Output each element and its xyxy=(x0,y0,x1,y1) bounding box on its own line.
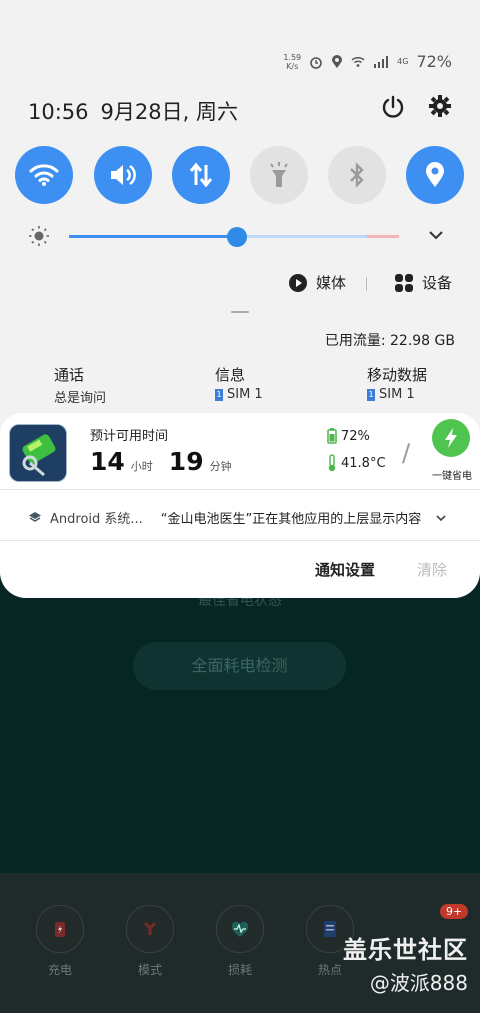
charge-icon xyxy=(55,922,65,937)
mode-icon xyxy=(143,921,157,935)
minutes-unit: 分钟 xyxy=(209,460,232,473)
lightning-icon xyxy=(445,428,457,448)
nav-wear-label: 损耗 xyxy=(227,963,252,977)
status-bar: 1.59 K/s 4G 72% xyxy=(283,52,452,71)
date: 9月28日, 周六 xyxy=(100,100,238,124)
thermometer-icon xyxy=(328,454,336,472)
divider xyxy=(0,489,480,490)
notification-shade: 1.59 K/s 4G 72% 10:56 9月28日, 周六 媒体 设备 已用… xyxy=(0,0,480,598)
document-icon xyxy=(324,921,336,937)
one-tap-save-button[interactable] xyxy=(432,419,470,457)
battery-doctor-app-icon[interactable] xyxy=(9,424,67,482)
divider xyxy=(0,540,480,541)
battery-percent: 72% xyxy=(416,52,452,71)
settings-button[interactable] xyxy=(428,94,456,122)
qs-bluetooth[interactable] xyxy=(328,146,386,204)
brightness-row xyxy=(24,224,456,248)
bluetooth-icon xyxy=(350,162,364,188)
gear-icon xyxy=(429,95,451,117)
sim-message-sub: SIM 1 xyxy=(227,387,263,402)
sim-call-title: 通话 xyxy=(54,366,85,384)
qs-sound[interactable] xyxy=(94,146,152,204)
sim-data-title: 移动数据 xyxy=(367,366,428,384)
battery-level-icon xyxy=(327,428,337,444)
sim-message[interactable]: 信息 1 SIM 1 xyxy=(215,364,263,402)
sim-call[interactable]: 通话 总是询问 xyxy=(54,364,106,406)
notification-source: Android 系统... xyxy=(50,512,143,527)
hours-value: 14 xyxy=(90,447,125,476)
media-button[interactable]: 媒体 xyxy=(288,272,346,293)
brightness-fill xyxy=(69,235,238,238)
wifi-status-icon xyxy=(351,56,365,67)
notification-card: 预计可用时间 14 小时 19 分钟 72% 41.8°C / 一键省电 And… xyxy=(0,413,480,598)
sim-call-sub: 总是询问 xyxy=(54,391,107,406)
power-icon xyxy=(382,95,404,118)
sim-data-sub: SIM 1 xyxy=(379,387,415,402)
sim-card-icon: 1 xyxy=(215,388,223,401)
nav-mode[interactable]: 模式 xyxy=(120,905,180,978)
qs-wifi[interactable] xyxy=(15,146,73,204)
watermark-line1: 盖乐世社区 xyxy=(343,936,468,964)
power-button[interactable] xyxy=(380,94,408,122)
stat-divider: / xyxy=(402,439,411,467)
sim-card-icon: 1 xyxy=(367,388,375,401)
alarm-icon xyxy=(310,56,322,69)
watermark-line2: @波派888 xyxy=(369,971,468,995)
notification-settings-button[interactable]: 通知设置 xyxy=(315,559,375,580)
qs-mobile-data[interactable] xyxy=(172,146,230,204)
notification-badge: 9+ xyxy=(440,904,469,919)
divider xyxy=(366,277,367,291)
nav-charge[interactable]: 充电 xyxy=(30,905,90,978)
full-check-button[interactable]: 全面耗电检测 xyxy=(133,642,346,690)
clock: 10:56 xyxy=(28,100,89,124)
signal-icon xyxy=(374,55,389,68)
data-transfer-icon xyxy=(189,162,213,188)
estimated-time: 14 小时 19 分钟 xyxy=(90,447,248,476)
devices-button[interactable]: 设备 xyxy=(394,272,452,293)
qs-flashlight[interactable] xyxy=(250,146,308,204)
network-type: 4G xyxy=(397,57,409,66)
flashlight-icon xyxy=(270,162,288,187)
play-icon xyxy=(289,273,307,292)
nav-charge-label: 充电 xyxy=(47,963,72,977)
notification-message: “金山电池医生”正在其他应用的上层显示内容 xyxy=(160,512,422,527)
brightness-warning-zone xyxy=(367,235,399,238)
devices-grid-icon xyxy=(395,273,413,292)
nav-mode-label: 模式 xyxy=(137,963,162,977)
expand-chevron-icon[interactable] xyxy=(435,513,447,523)
temperature-value: 41.8°C xyxy=(341,455,386,471)
media-label: 媒体 xyxy=(316,274,347,292)
network-speed: 1.59 K/s xyxy=(283,52,302,71)
system-overlay-notification[interactable]: Android 系统... “金山电池医生”正在其他应用的上层显示内容 xyxy=(28,508,447,527)
heart-pulse-icon xyxy=(231,921,249,937)
battery-app-icon xyxy=(10,425,66,481)
date-time: 10:56 9月28日, 周六 xyxy=(28,96,238,126)
estimated-time-label: 预计可用时间 xyxy=(90,429,169,444)
data-usage: 已用流量: 22.98 GB xyxy=(324,333,455,349)
temperature-stat: 41.8°C xyxy=(327,454,386,472)
chevron-down-icon[interactable] xyxy=(428,229,444,241)
location-icon xyxy=(426,162,444,187)
minutes-value: 19 xyxy=(168,447,204,476)
sim-message-title: 信息 xyxy=(215,366,246,384)
clear-button[interactable]: 清除 xyxy=(417,559,447,580)
brightness-icon xyxy=(29,226,49,246)
sim-mobile-data[interactable]: 移动数据 1 SIM 1 xyxy=(367,364,427,402)
location-status-icon xyxy=(332,54,343,68)
layers-icon xyxy=(29,511,41,522)
media-device-row: 媒体 设备 xyxy=(0,272,480,298)
battery-percent-card: 72% xyxy=(341,428,370,444)
wifi-icon xyxy=(29,164,59,186)
battery-stat: 72% xyxy=(327,428,370,444)
nav-wear[interactable]: 损耗 xyxy=(210,905,270,978)
watermark: 盖乐世社区 @波派888 xyxy=(343,930,468,996)
drag-handle[interactable] xyxy=(231,311,249,313)
brightness-knob[interactable] xyxy=(227,227,248,247)
one-tap-save-label: 一键省电 xyxy=(432,471,472,482)
qs-location[interactable] xyxy=(406,146,464,204)
volume-icon xyxy=(111,164,136,186)
devices-label: 设备 xyxy=(422,274,453,292)
hours-unit: 小时 xyxy=(130,460,153,473)
